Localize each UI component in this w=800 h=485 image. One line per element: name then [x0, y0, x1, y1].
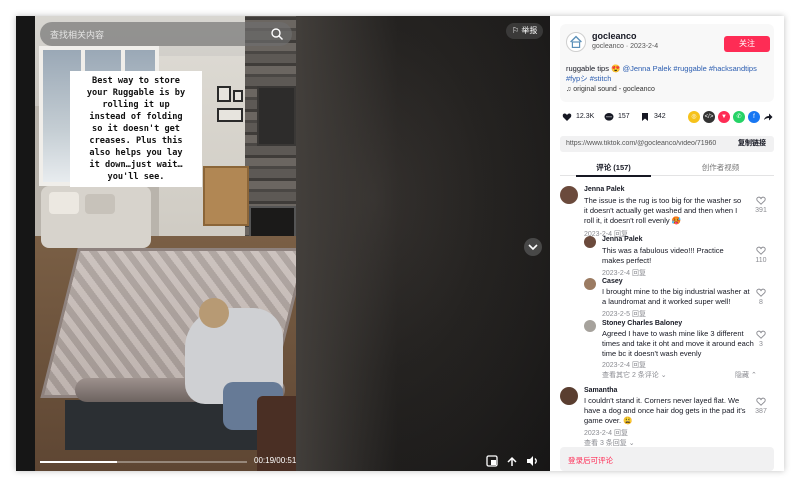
video-link-url[interactable]: https://www.tiktok.com/@gocleanco/video/…	[566, 140, 716, 147]
comment-text: I brought mine to the big industrial was…	[602, 287, 750, 306]
scene-tv	[257, 86, 296, 146]
video-progress-bar[interactable]	[40, 461, 247, 463]
comment-meta[interactable]: 2023-2-4 回复	[584, 428, 628, 438]
flag-icon: ⚐	[512, 26, 522, 35]
share-arrow-icon[interactable]	[763, 112, 773, 122]
scene-person-head	[199, 298, 229, 328]
comment-like[interactable]: 8	[754, 288, 768, 306]
video-progress-fill	[40, 461, 117, 463]
details-panel: gocleanco gocleanco · 2023-2-4 关注 ruggab…	[550, 16, 784, 471]
like-count: 12.3K	[576, 113, 595, 120]
heart-outline-icon	[756, 397, 766, 406]
coin-icon[interactable]: ◎	[688, 111, 700, 123]
comment-text: Agreed I have to wash mine like 3 differ…	[602, 329, 754, 358]
comment-meta[interactable]: 2023-2-5 回复	[602, 309, 646, 319]
avatar[interactable]	[584, 236, 596, 248]
tab-creator-videos[interactable]: 创作者视频	[667, 162, 774, 173]
heart-outline-icon	[756, 288, 766, 297]
comment-like[interactable]: 110	[754, 246, 768, 264]
login-to-comment-bar[interactable]: 登录后可评论	[560, 447, 774, 471]
engagement-bar: 12.3K 157 342 ◎ </> ▼ ✆ f	[560, 110, 774, 126]
picture-in-picture-icon[interactable]	[484, 453, 500, 469]
comment-like[interactable]: 387	[754, 397, 768, 415]
volume-icon[interactable]	[524, 453, 540, 469]
comment-text: I couldn't stand it. Corners never layed…	[584, 396, 746, 425]
description-text: ruggable tips 😍	[566, 64, 623, 73]
author-username[interactable]: gocleanco	[592, 31, 637, 41]
comment-username[interactable]: Stoney Charles Baloney	[602, 320, 682, 327]
avatar[interactable]	[584, 278, 596, 290]
search-icon[interactable]	[270, 27, 284, 41]
bookmark-icon[interactable]	[640, 112, 650, 122]
comment-like[interactable]: 391	[754, 196, 768, 214]
facebook-icon[interactable]: f	[748, 111, 760, 123]
avatar[interactable]	[584, 320, 596, 332]
comment-like-count: 3	[759, 341, 763, 348]
heart-icon[interactable]	[562, 112, 572, 122]
comment-username[interactable]: Jenna Palek	[584, 186, 624, 193]
comment-like-count: 391	[755, 207, 767, 214]
video-area: 查找相关内容 Best way to store your Ruggable i…	[16, 16, 550, 471]
scene-sofa	[41, 186, 151, 248]
report-button[interactable]: ⚐ 举报	[506, 23, 544, 39]
comment-meta[interactable]: 2023-2-4 回复	[602, 360, 646, 370]
author-subline: gocleanco · 2023-2-4	[592, 43, 659, 50]
comment-meta[interactable]: 2023-2-4 回复	[602, 268, 646, 278]
scene-picture-frames	[213, 86, 243, 156]
comment-username[interactable]: Casey	[602, 278, 623, 285]
browser-viewport: 查找相关内容 Best way to store your Ruggable i…	[16, 16, 784, 471]
comment-count: 157	[618, 113, 630, 120]
next-video-button[interactable]	[524, 238, 542, 256]
friends-icon[interactable]: ▼	[718, 111, 730, 123]
author-avatar[interactable]	[566, 32, 586, 52]
embed-icon[interactable]: </>	[703, 111, 715, 123]
autoscroll-icon[interactable]	[504, 453, 520, 469]
chevron-down-icon	[528, 244, 538, 251]
comment-like-count: 110	[755, 257, 767, 264]
comment-list: Jenna Palek The issue is the rug is too …	[550, 180, 784, 447]
copy-link-button[interactable]: 复制链接	[730, 136, 774, 152]
panel-tabs: 评论 (157) 创作者视频	[560, 158, 774, 177]
comment-reply: Jenna Palek This was a fabulous video!!!…	[584, 236, 774, 278]
comment-like[interactable]: 3	[754, 330, 768, 348]
comment-text: This was a fabulous video!!! Practice ma…	[602, 246, 724, 265]
heart-outline-icon	[756, 196, 766, 205]
comment-username[interactable]: Jenna Palek	[602, 236, 642, 243]
video-time: 00:19/00:51	[254, 456, 297, 465]
video-link-row: https://www.tiktok.com/@gocleanco/video/…	[560, 136, 774, 152]
comment-username[interactable]: Samantha	[584, 387, 617, 394]
follow-button[interactable]: 关注	[724, 36, 770, 52]
avatar[interactable]	[560, 387, 578, 405]
blurred-background	[296, 16, 550, 471]
author-card: gocleanco gocleanco · 2023-2-4 关注 ruggab…	[560, 24, 774, 102]
heart-outline-icon	[756, 246, 766, 255]
more-replies-link[interactable]: 查看其它 2 条评论 ⌄	[602, 370, 667, 380]
comment-reply: Stoney Charles Baloney Agreed I have to …	[584, 320, 774, 370]
comment-reply: Casey I brought mine to the big industri…	[584, 278, 774, 318]
sound-link[interactable]: ♫ original sound - gocleanco	[566, 86, 655, 93]
heart-outline-icon	[756, 330, 766, 339]
search-placeholder: 查找相关内容	[50, 30, 105, 40]
video-description: ruggable tips 😍 @Jenna Palek #ruggable #…	[566, 64, 770, 84]
video-search-bar[interactable]: 查找相关内容	[40, 22, 292, 46]
house-logo-icon	[570, 35, 582, 48]
report-label: 举报	[521, 26, 538, 35]
comment-like-count: 8	[759, 299, 763, 306]
avatar[interactable]	[560, 186, 578, 204]
hide-replies-link[interactable]: 隐藏 ⌃	[735, 370, 757, 380]
comment-text: The issue is the rug is too big for the …	[584, 196, 742, 225]
comment-icon[interactable]	[604, 112, 614, 122]
video-caption-overlay: Best way to store your Ruggable is by ro…	[70, 71, 202, 187]
save-count: 342	[654, 113, 666, 120]
scene-shelf	[203, 166, 249, 226]
whatsapp-icon[interactable]: ✆	[733, 111, 745, 123]
comment-like-count: 387	[755, 408, 767, 415]
tab-comments[interactable]: 评论 (157)	[560, 162, 667, 177]
login-prompt: 登录后可评论	[568, 456, 613, 465]
